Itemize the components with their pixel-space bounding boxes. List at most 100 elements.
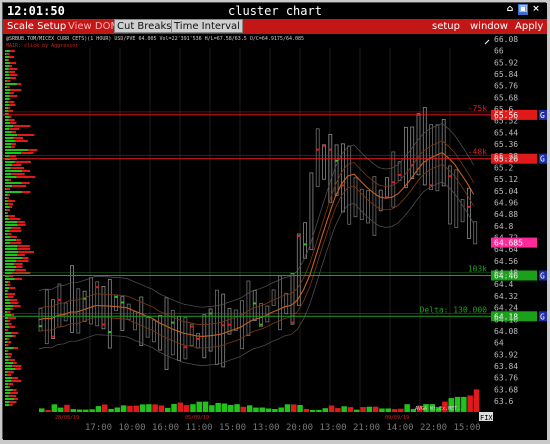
volume-bar: [234, 404, 240, 412]
profile-ask-bar: [9, 128, 20, 130]
chart-area[interactable]: -75k 65.56 G -48k 65.26 G 103k 64.46 G Delta: 130…: [3, 34, 547, 440]
profile-ask-bar: [6, 53, 10, 55]
volume-bar: [372, 406, 379, 412]
time-tick-label: 22:00: [420, 423, 447, 433]
profile-bid-bar: [5, 77, 11, 79]
volume-bar: [228, 404, 234, 412]
profile-bid-bar: [5, 254, 18, 256]
pin-icon[interactable]: ⌂: [505, 4, 515, 15]
profile-bid-bar: [5, 155, 10, 157]
profile-bid-bar: [5, 266, 16, 268]
menu-apply[interactable]: Apply: [514, 20, 544, 33]
band-line: [38, 181, 475, 366]
volume-bar: [272, 409, 278, 412]
volume-bar: [102, 404, 108, 412]
volume-bar: [473, 389, 480, 412]
time-tick-label: 14:00: [387, 423, 414, 433]
cluster-bar: [353, 177, 358, 218]
restore-icon[interactable]: ▣: [518, 4, 528, 15]
menu-view-dom[interactable]: View DOM: [67, 20, 120, 33]
profile-bid-bar: [5, 392, 10, 394]
volume-bar: [171, 404, 177, 412]
profile-ask-bar: [7, 86, 10, 88]
volume-bar: [202, 401, 209, 412]
profile-ask-bar: [7, 320, 11, 322]
profile-ask-bar: [7, 203, 13, 205]
volume-bar: [303, 408, 310, 412]
time-tick-label: 20:00: [286, 423, 313, 433]
profile-ask-bar: [16, 83, 22, 85]
price-tick-label: 65.84: [494, 70, 518, 79]
level-label: -75k: [468, 104, 487, 113]
profile-ask-bar: [10, 62, 17, 64]
profile-bid-bar: [5, 251, 19, 253]
menu-time-interval[interactable]: Time Interval: [171, 19, 243, 33]
profile-bid-bar: [5, 137, 14, 139]
price-tick-label: 64.16: [494, 315, 518, 324]
volume-bar: [284, 404, 291, 412]
price-tick-label: 63.68: [494, 385, 518, 394]
profile-ask-bar: [17, 245, 30, 247]
profile-bid-bar: [5, 62, 11, 64]
menu-cut-breaks[interactable]: Cut Breaks: [114, 19, 175, 33]
profile-bid-bar: [5, 182, 22, 184]
profile-ask-bar: [16, 239, 21, 241]
profile-bid-bar: [5, 305, 14, 307]
profile-bid-bar: [5, 248, 18, 250]
profile-ask-bar: [8, 71, 15, 73]
profile-ask-bar: [22, 257, 29, 259]
menu-setup[interactable]: setup: [431, 20, 461, 33]
profile-ask-bar: [6, 197, 9, 199]
profile-bid-bar: [5, 95, 10, 97]
profile-bid-bar: [5, 107, 9, 109]
profile-bid-bar: [5, 98, 9, 100]
profile-bid-bar: [5, 365, 13, 367]
profile-ask-bar: [9, 155, 17, 157]
profile-ask-bar: [6, 374, 11, 376]
cluster-bar: [158, 314, 163, 351]
profile-ask-bar: [12, 164, 22, 166]
profile-bid-bar: [5, 302, 11, 304]
cluster-bar: [284, 292, 289, 315]
price-tick-label: 66.08: [494, 35, 518, 44]
cluster-bar: [221, 293, 226, 368]
window-controls: ⌂ ▣ ×: [505, 4, 541, 15]
cluster-bar: [164, 297, 169, 370]
level-label: Delta: 130.000: [420, 305, 488, 314]
profile-ask-bar: [7, 200, 15, 202]
volume-bar: [133, 405, 139, 412]
time-tick-label: 21:00: [353, 423, 380, 433]
profile-ask-bar: [9, 98, 11, 100]
cluster-mark: [183, 346, 187, 349]
cluster-bar: [63, 302, 68, 322]
pencil-icon[interactable]: [484, 39, 490, 45]
profile-bid-bar: [5, 128, 10, 130]
price-tick-label: 65.12: [494, 175, 518, 184]
profile-ask-bar: [9, 287, 16, 289]
volume-bar: [165, 407, 171, 412]
profile-bid-bar: [5, 314, 12, 316]
profile-bid-bar: [5, 290, 8, 292]
fix-label: FIX: [480, 414, 493, 422]
profile-bid-bar: [5, 233, 8, 235]
time-tick-label: 11:00: [186, 423, 213, 433]
profile-bid-bar: [5, 242, 11, 244]
menu-scale-setup[interactable]: Scale Setup: [6, 20, 67, 33]
menu-window[interactable]: window: [469, 20, 509, 33]
close-icon[interactable]: ×: [531, 4, 541, 15]
profile-ask-bar: [21, 152, 34, 154]
cluster-bar: [410, 126, 415, 179]
profile-ask-bar: [18, 251, 34, 253]
volume-bar: [354, 409, 360, 412]
cluster-bar: [101, 285, 106, 330]
volume-bar: [259, 407, 265, 412]
profile-ask-bar: [6, 80, 11, 82]
profile-ask-bar: [13, 305, 21, 307]
volume-bar: [297, 405, 303, 412]
menu-bar: Scale Setup View DOM Cut Breaks Time Int…: [3, 19, 547, 34]
chart-canvas[interactable]: -75k65.56 G-48k65.26 G103k64.46 GDelta: 130…: [3, 34, 547, 440]
volume-bar: [240, 406, 247, 412]
cluster-mark: [297, 235, 301, 237]
profile-bid-bar: [5, 347, 14, 349]
cluster-mark: [322, 144, 326, 147]
